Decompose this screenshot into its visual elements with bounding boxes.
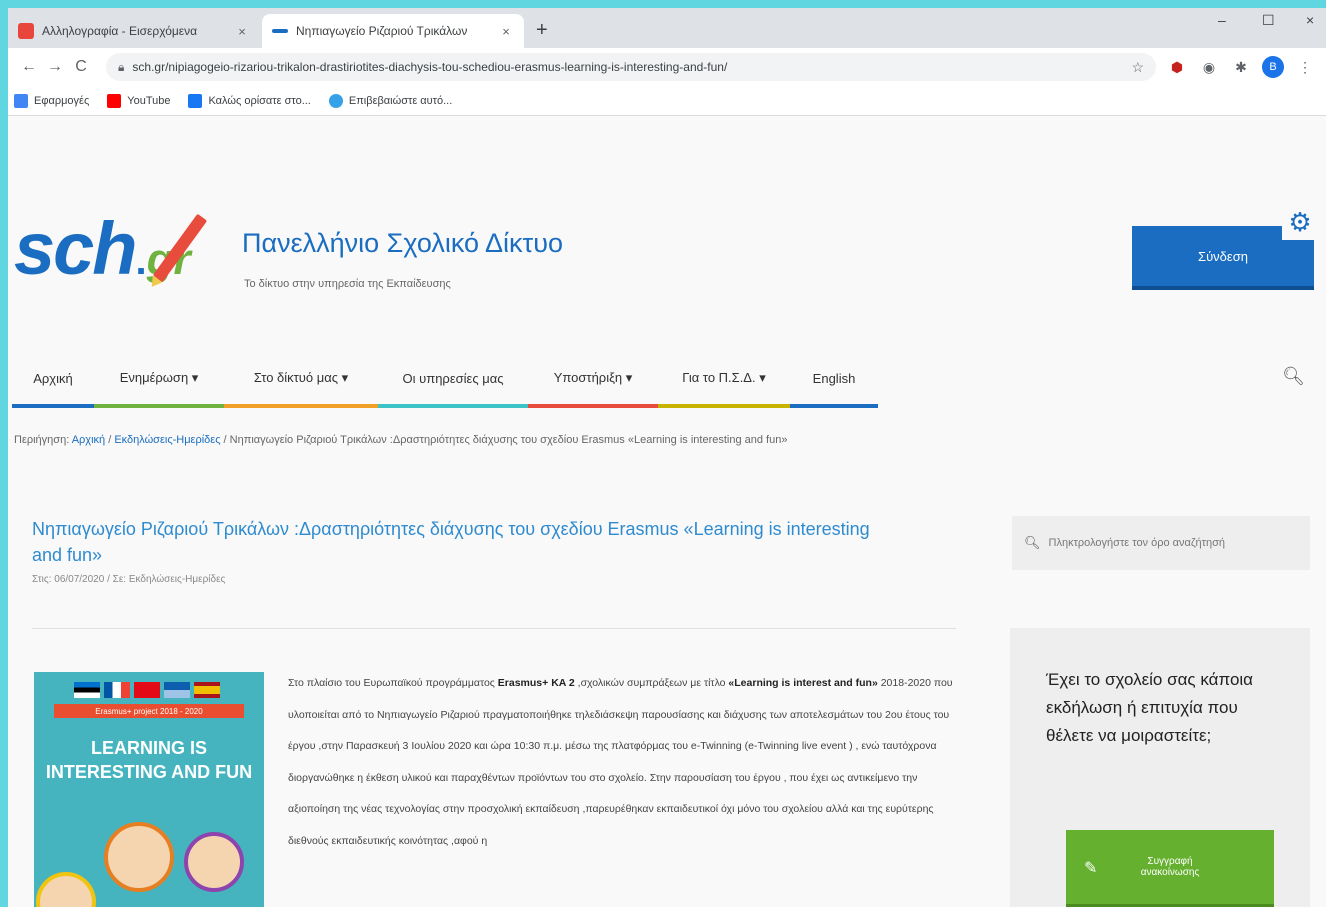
article-title[interactable]: Νηπιαγωγείο Ριζαριού Τρικάλων :Δραστηριό… [32, 516, 892, 568]
article-meta: Στις: 06/07/2020 / Σε: Εκδηλώσεις-Ημερίδ… [32, 574, 226, 585]
youtube-icon [107, 93, 122, 108]
flags [74, 682, 220, 698]
extension-shield-icon[interactable]: ⬢ [1166, 56, 1188, 78]
lock-icon: 🔒︎ [118, 59, 125, 74]
browser-window: Αλληλογραφία - Εισερχόμενα × Νηπιαγωγείο… [8, 8, 1326, 907]
article: Νηπιαγωγείο Ριζαριού Τρικάλων :Δραστηριό… [32, 516, 956, 907]
sidebar-search-input[interactable]: 🔍︎ Πληκτρολογήστε τον όρο αναζήτησή [1012, 516, 1310, 570]
accessibility-icon[interactable]: ⚙ [1282, 204, 1318, 240]
bookmark-label: YouTube [127, 94, 171, 107]
breadcrumb-home[interactable]: Αρχική [72, 434, 105, 446]
menu-item-news[interactable]: Ενημέρωση ▾ [94, 348, 224, 408]
breadcrumb-category[interactable]: Εκδηλώσεις-Ημερίδες [114, 434, 220, 446]
search-placeholder: Πληκτρολογήστε τον όρο αναζήτησή [1048, 537, 1226, 549]
site-header: sch.gr Πανελλήνιο Σχολικό Δίκτυο Το δίκτ… [8, 116, 1326, 348]
share-question: Έχει το σχολείο σας κάποια εκδήλωση ή επ… [1046, 670, 1254, 745]
tab-mail[interactable]: Αλληλογραφία - Εισερχόμενα × [8, 14, 260, 48]
child-illustration [104, 822, 174, 892]
main-menu: Αρχική Ενημέρωση ▾ Στο δίκτυό μας ▾ Οι υ… [12, 348, 1318, 408]
sch-favicon-icon [272, 29, 288, 33]
extensions-puzzle-icon[interactable]: ✱ [1230, 56, 1252, 78]
back-icon[interactable]: ← [16, 58, 42, 76]
menu-item-about[interactable]: Για το Π.Σ.Δ. ▾ [658, 348, 790, 408]
tab-title: Αλληλογραφία - Εισερχόμενα [42, 24, 198, 38]
share-event-card: Έχει το σχολείο σας κάποια εκδήλωση ή επ… [1010, 628, 1310, 907]
breadcrumb: Περιήγηση: Αρχική / Εκδηλώσεις-Ημερίδες … [14, 434, 788, 446]
menu-item-support[interactable]: Υποστήριξη ▾ [528, 348, 658, 408]
bookmark-facebook[interactable]: Καλώς ορίσατε στο... [188, 93, 311, 108]
new-tab-icon[interactable]: + [536, 20, 548, 40]
bookmark-label: Καλώς ορίσατε στο... [208, 94, 311, 107]
maximize-icon[interactable]: ☐ [1262, 12, 1275, 29]
site-title[interactable]: Πανελλήνιο Σχολικό Δίκτυο [242, 228, 563, 259]
tab-sch[interactable]: Νηπιαγωγείο Ριζαριού Τρικάλων × [262, 14, 524, 48]
bookmark-star-icon[interactable]: ☆ [1131, 59, 1144, 76]
menu-item-home[interactable]: Αρχική [12, 348, 94, 408]
article-body: Στο πλαίσιο του Ευρωπαϊκού προγράμματος … [288, 677, 953, 847]
child-illustration [36, 872, 96, 907]
address-bar[interactable]: 🔒︎ sch.gr/nipiagogeio-rizariou-trikalon-… [106, 53, 1156, 81]
child-illustration [184, 832, 244, 892]
extension-lens-icon[interactable]: ◉ [1198, 56, 1220, 78]
tab-title: Νηπιαγωγείο Ριζαριού Τρικάλων [296, 24, 468, 38]
tab-strip: Αλληλογραφία - Εισερχόμενα × Νηπιαγωγείο… [8, 8, 1326, 48]
tab-close-icon[interactable]: × [498, 24, 514, 39]
tab-close-icon[interactable]: × [234, 24, 250, 39]
bookmark-label: Εφαρμογές [34, 94, 90, 107]
facebook-icon [188, 93, 203, 108]
url-text: sch.gr/nipiagogeio-rizariou-trikalon-dra… [132, 60, 728, 74]
breadcrumb-current: Νηπιαγωγείο Ριζαριού Τρικάλων :Δραστηριό… [229, 434, 788, 446]
mail-favicon-icon [18, 23, 34, 39]
menu-item-services[interactable]: Οι υπηρεσίες μας [378, 348, 528, 408]
write-announcement-button[interactable]: ✎ Συγγραφή ανακοίνωσης [1066, 830, 1274, 907]
search-icon[interactable]: 🔍︎ [1282, 366, 1305, 387]
apps-grid-icon [14, 93, 28, 108]
browser-toolbar: ← → C 🔒︎ sch.gr/nipiagogeio-rizariou-tri… [8, 48, 1326, 86]
forward-icon[interactable]: → [42, 58, 68, 76]
cover-banner: Erasmus+ project 2018 - 2020 [54, 704, 244, 718]
reload-icon[interactable]: C [68, 58, 94, 76]
minimize-icon[interactable]: – [1218, 12, 1226, 28]
bookmark-label: Επιβεβαιώστε αυτό... [348, 94, 453, 107]
search-icon: 🔍︎ [1024, 535, 1041, 550]
bookmark-verify[interactable]: Επιβεβαιώστε αυτό... [328, 93, 453, 108]
bookmark-apps[interactable]: Εφαρμογές [14, 93, 90, 108]
close-window-icon[interactable]: × [1306, 12, 1314, 28]
menu-item-english[interactable]: English [790, 348, 878, 408]
cover-line-2: INTERESTING AND FUN [45, 762, 253, 782]
bookmarks-bar: Εφαρμογές YouTube Καλώς ορίσατε στο... Ε… [8, 86, 1326, 116]
menu-item-network[interactable]: Στο δίκτυό μας ▾ [224, 348, 378, 408]
site-tagline: Το δίκτυο στην υπηρεσία της Εκπαίδευσης [244, 278, 451, 290]
web-page: sch.gr Πανελλήνιο Σχολικό Δίκτυο Το δίκτ… [8, 116, 1326, 907]
menu-dots-icon[interactable]: ⋮ [1294, 56, 1316, 78]
pencil-icon: ✎ [1084, 860, 1098, 877]
bookmark-youtube[interactable]: YouTube [107, 93, 171, 108]
cover-line-1: LEARNING IS [90, 738, 207, 758]
article-cover-image[interactable]: Erasmus+ project 2018 - 2020 LEARNING IS… [34, 672, 264, 907]
divider [32, 628, 956, 629]
profile-avatar[interactable]: B [1262, 56, 1284, 78]
globe-icon [328, 93, 343, 108]
